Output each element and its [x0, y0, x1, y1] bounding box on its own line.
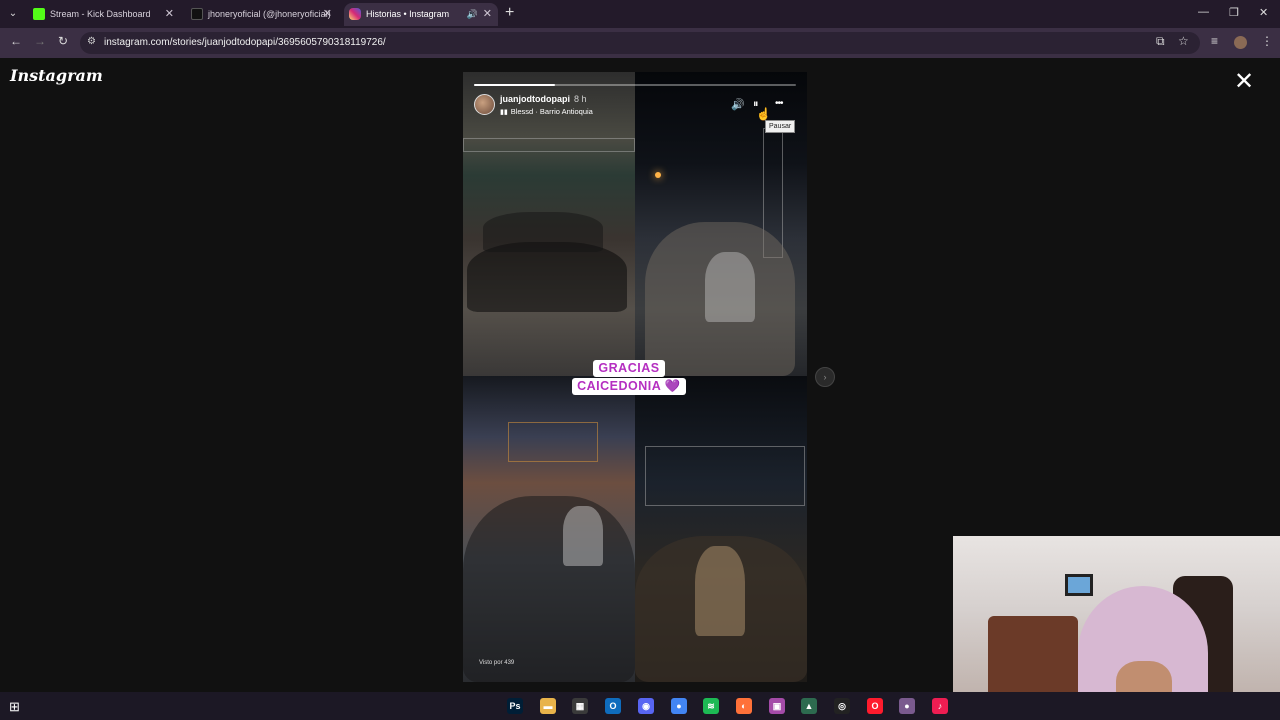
story-card[interactable]: juanjodtodopapi 8 h ▮▮ Blessd · Barrio An…: [463, 72, 807, 682]
url-text[interactable]: instagram.com/stories/juanjodtodopapi/36…: [104, 37, 386, 48]
tiktok-icon[interactable]: ♪: [932, 698, 948, 714]
spotify-icon[interactable]: ≋: [703, 698, 719, 714]
tab-tiktok[interactable]: jhoneryoficial (@jhoneryoficial) ✕: [186, 3, 338, 26]
close-window-button[interactable]: ✕: [1259, 6, 1268, 19]
kick-favicon-icon: [33, 8, 45, 20]
browser-chrome: ⌄ Stream - Kick Dashboard ✕ jhoneryofici…: [0, 0, 1280, 58]
next-story-button[interactable]: ›: [815, 367, 835, 387]
tab-instagram-stories[interactable]: Historias • Instagram 🔊 ✕: [344, 3, 498, 26]
story-photo-field-group: [635, 376, 807, 682]
browser-toolbar: ← → ↻ ⚙ instagram.com/stories/juanjodtod…: [0, 28, 1280, 58]
avatar[interactable]: [474, 94, 495, 115]
reload-button[interactable]: ↻: [58, 34, 68, 48]
firefox-icon[interactable]: ◐: [736, 698, 752, 714]
cast-icon[interactable]: ⧉: [1156, 34, 1165, 49]
tab-close-icon[interactable]: ✕: [483, 3, 492, 26]
instagram-logo[interactable]: Instagram: [10, 66, 103, 85]
outlook-icon[interactable]: O: [605, 698, 621, 714]
tab-strip: ⌄ Stream - Kick Dashboard ✕ jhoneryofici…: [0, 0, 1280, 28]
calculator-icon[interactable]: ▦: [572, 698, 588, 714]
seen-by-count[interactable]: Visto por 439: [479, 660, 514, 666]
more-options-icon[interactable]: •••: [775, 98, 783, 109]
tab-close-icon[interactable]: ✕: [165, 3, 174, 26]
media-control-icon[interactable]: ≡: [1211, 34, 1218, 48]
file-explorer-icon[interactable]: ▬: [540, 698, 556, 714]
instagram-favicon-icon: [349, 8, 361, 20]
bookmark-star-icon[interactable]: ☆: [1178, 34, 1189, 48]
music-label: Blessd · Barrio Antioquia: [510, 107, 593, 116]
opera-icon[interactable]: O: [867, 698, 883, 714]
story-photo-mural-crowd: [463, 376, 635, 682]
tiktok-favicon-icon: [191, 8, 203, 20]
new-tab-button[interactable]: +: [505, 4, 514, 22]
chrome-active-icon[interactable]: ●: [899, 698, 915, 714]
tab-search-button[interactable]: ⌄: [4, 5, 22, 23]
tab-close-icon[interactable]: ✕: [323, 3, 332, 26]
address-bar[interactable]: ⚙ instagram.com/stories/juanjodtodopapi/…: [80, 32, 1200, 54]
chrome-icon[interactable]: ●: [671, 698, 687, 714]
obs-icon[interactable]: ◎: [834, 698, 850, 714]
mute-icon[interactable]: 🔊: [731, 98, 745, 111]
story-username[interactable]: juanjodtodopapi: [500, 94, 570, 104]
tab-kick-dashboard[interactable]: Stream - Kick Dashboard ✕: [28, 3, 180, 26]
back-button[interactable]: ←: [10, 34, 22, 48]
tab-title: Stream - Kick Dashboard: [50, 9, 151, 19]
discord-icon[interactable]: ◉: [638, 698, 654, 714]
browser-menu-icon[interactable]: ⋮: [1261, 34, 1273, 48]
story-music[interactable]: ▮▮ Blessd · Barrio Antioquia: [500, 107, 593, 116]
tab-audio-icon[interactable]: 🔊: [467, 3, 478, 26]
mouse-cursor-icon: ☝: [756, 107, 771, 121]
story-photo-crowd-stage: [463, 72, 635, 376]
restore-button[interactable]: ❐: [1229, 6, 1239, 19]
music-bars-icon: ▮▮: [500, 109, 508, 116]
profile-avatar[interactable]: [1234, 36, 1247, 49]
sticker-line-2: CAICEDONIA 💜: [572, 378, 686, 395]
app2-icon[interactable]: ▲: [801, 698, 817, 714]
close-story-button[interactable]: ✕: [1234, 70, 1254, 94]
tab-title: jhoneryoficial (@jhoneryoficial): [208, 9, 331, 19]
windows-taskbar: ⊞ Ps ▬ ▦ O ◉ ● ≋ ◐ ▣ ▲ ◎ O ● ♪: [0, 692, 1280, 720]
minimize-button[interactable]: —: [1198, 6, 1209, 18]
photoshop-icon[interactable]: Ps: [507, 698, 523, 714]
story-time: 8 h: [574, 94, 587, 104]
background-monitor: [1065, 574, 1093, 596]
forward-button[interactable]: →: [34, 34, 46, 48]
tab-title: Historias • Instagram: [366, 9, 450, 19]
story-progress-bar: [474, 84, 796, 86]
story-photo-group-night: [635, 72, 807, 376]
app-icon[interactable]: ▣: [769, 698, 785, 714]
pause-tooltip: Pausar: [765, 120, 796, 133]
site-info-icon[interactable]: ⚙: [87, 36, 96, 47]
story-text-sticker: GRACIAS CAICEDONIA 💜: [569, 359, 689, 395]
sticker-line-1: GRACIAS: [593, 360, 665, 377]
story-progress-fill: [474, 84, 555, 86]
windows-start-icon[interactable]: ⊞: [9, 699, 20, 715]
